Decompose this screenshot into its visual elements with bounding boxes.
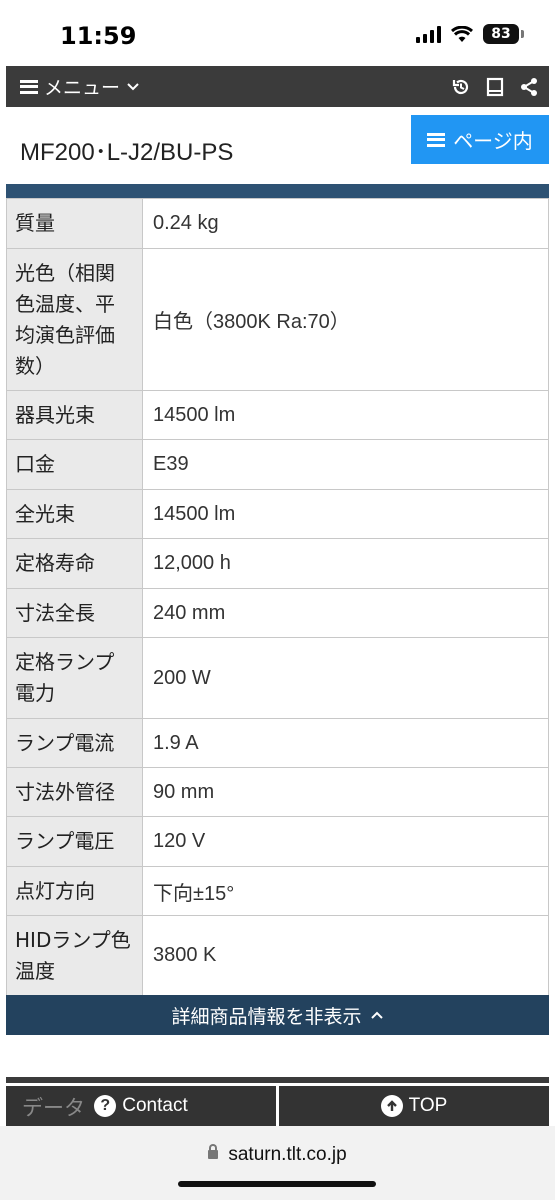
battery-icon: 83 bbox=[483, 24, 524, 44]
spec-label: 寸法外管径 bbox=[6, 767, 143, 817]
spec-value: 1.9 A bbox=[142, 718, 549, 768]
spec-label: HIDランプ色温度 bbox=[6, 915, 143, 996]
spec-value: 240 mm bbox=[142, 588, 549, 638]
page-nav-button[interactable]: ページ内 bbox=[411, 115, 549, 164]
history-icon[interactable] bbox=[451, 77, 471, 97]
hamburger-icon bbox=[427, 132, 446, 147]
spec-value: 下向±15° bbox=[142, 866, 549, 916]
table-row: 定格寿命 12,000 h bbox=[6, 538, 549, 589]
hamburger-icon bbox=[20, 79, 38, 94]
bookmark-icon[interactable] bbox=[485, 77, 505, 97]
spec-label: ランプ電流 bbox=[6, 718, 143, 768]
spec-value: 14500 lm bbox=[142, 390, 549, 440]
url-text: saturn.tlt.co.jp bbox=[228, 1144, 347, 1165]
spec-value: 0.24 kg bbox=[142, 198, 549, 249]
menu-label: メニュー bbox=[44, 77, 121, 99]
table-row: 質量 0.24 kg bbox=[6, 198, 549, 249]
spec-value: 14500 lm bbox=[142, 489, 549, 539]
signal-icon bbox=[416, 25, 441, 43]
hide-details-label: 詳細商品情報を非表示 bbox=[171, 1005, 362, 1028]
spec-table: 質量 0.24 kg 光色（相関色温度、平均演色評価数） 白色（3800K Ra:7… bbox=[6, 198, 549, 996]
page-nav-label: ページ内 bbox=[453, 129, 533, 153]
footer-divider bbox=[6, 1077, 549, 1083]
spec-value: 3800 K bbox=[142, 915, 549, 996]
spec-value: E39 bbox=[142, 439, 549, 490]
spec-value: 90 mm bbox=[142, 767, 549, 817]
spec-value: 120 V bbox=[142, 816, 549, 867]
table-row: 点灯方向 下向±15° bbox=[6, 866, 549, 916]
chevron-up-icon bbox=[370, 1011, 383, 1019]
lock-icon bbox=[208, 1144, 219, 1160]
footer-bar: データ ? Contact TOP bbox=[6, 1086, 549, 1126]
table-row: ランプ電流 1.9 A bbox=[6, 718, 549, 768]
browser-url-bar[interactable]: saturn.tlt.co.jp bbox=[0, 1126, 555, 1200]
spec-value: 12,000 h bbox=[142, 538, 549, 589]
table-row: 寸法外管径 90 mm bbox=[6, 767, 549, 817]
table-row: HIDランプ色温度 3800 K bbox=[6, 915, 549, 996]
status-time: 11:59 bbox=[60, 22, 137, 50]
table-row: 全光束 14500 lm bbox=[6, 489, 549, 539]
chevron-down-icon bbox=[127, 82, 139, 90]
wifi-icon bbox=[451, 25, 473, 42]
share-icon[interactable] bbox=[519, 77, 539, 97]
top-label: TOP bbox=[408, 1095, 448, 1116]
contact-label: Contact bbox=[122, 1095, 188, 1116]
spec-label: 光色（相関色温度、平均演色評価数） bbox=[6, 248, 143, 391]
table-row: 定格ランプ電力 200 W bbox=[6, 637, 549, 719]
help-icon: ? bbox=[94, 1095, 117, 1117]
spec-label: 点灯方向 bbox=[6, 866, 143, 916]
spec-label: 寸法全長 bbox=[6, 588, 143, 638]
table-row: ランプ電圧 120 V bbox=[6, 816, 549, 867]
menu-button[interactable]: メニュー bbox=[20, 66, 140, 107]
table-row: 口金 E39 bbox=[6, 439, 549, 490]
page-title: MF200･L-J2/BU-PS bbox=[20, 139, 234, 166]
contact-button[interactable]: データ ? Contact bbox=[6, 1086, 276, 1126]
spec-value: 白色（3800K Ra:70） bbox=[142, 248, 549, 391]
table-row: 寸法全長 240 mm bbox=[6, 588, 549, 638]
table-header-strip bbox=[6, 184, 549, 198]
table-row: 光色（相関色温度、平均演色評価数） 白色（3800K Ra:70） bbox=[6, 248, 549, 391]
url-display: saturn.tlt.co.jp bbox=[0, 1144, 555, 1166]
spec-label: 定格ランプ電力 bbox=[6, 637, 143, 719]
home-indicator bbox=[178, 1181, 376, 1187]
table-row: 器具光束 14500 lm bbox=[6, 390, 549, 440]
spec-label: 全光束 bbox=[6, 489, 143, 539]
status-bar: 11:59 83 bbox=[0, 0, 555, 66]
hide-details-button[interactable]: 詳細商品情報を非表示 bbox=[6, 995, 549, 1035]
menu-tools bbox=[451, 66, 539, 107]
spec-label: 器具光束 bbox=[6, 390, 143, 440]
status-icons: 83 bbox=[416, 24, 524, 44]
top-button[interactable]: TOP bbox=[276, 1086, 549, 1126]
spec-label: ランプ電圧 bbox=[6, 816, 143, 867]
spec-label: 定格寿命 bbox=[6, 538, 143, 589]
spec-label: 質量 bbox=[6, 198, 143, 249]
footer-ghost-text: データ bbox=[22, 1096, 85, 1120]
menu-bar: メニュー bbox=[6, 66, 549, 107]
spec-value: 200 W bbox=[142, 637, 549, 719]
arrow-up-icon bbox=[380, 1095, 403, 1117]
spec-label: 口金 bbox=[6, 439, 143, 490]
